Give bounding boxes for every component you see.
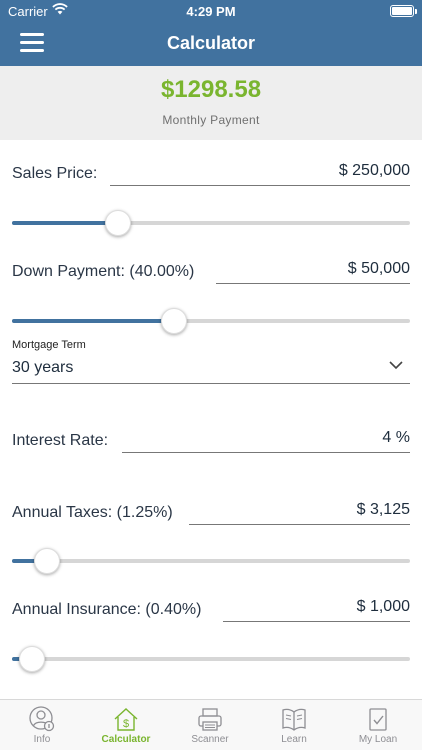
tab-scanner[interactable]: Scanner: [168, 700, 252, 750]
payment-summary: $1298.58 Monthly Payment: [0, 66, 422, 140]
slider-track: [12, 559, 410, 563]
down-payment-input[interactable]: $ 50,000: [216, 258, 410, 284]
tab-label: Info: [33, 734, 51, 745]
user-info-icon: [29, 706, 55, 732]
mortgage-term-select[interactable]: 30 years: [12, 355, 410, 384]
tab-bar: Info $ Calculator Scanner Learn My Loan: [0, 699, 422, 750]
interest-rate-input[interactable]: 4 %: [122, 427, 410, 453]
monthly-payment-amount: $1298.58: [160, 76, 262, 103]
slider-thumb[interactable]: [19, 646, 46, 672]
status-bar: Carrier 4:29 PM: [0, 0, 422, 22]
tab-learn[interactable]: Learn: [252, 700, 336, 750]
page-title: Calculator: [166, 33, 256, 53]
slider-thumb[interactable]: [160, 308, 187, 334]
slider-fill: [12, 221, 118, 225]
annual-taxes-slider[interactable]: [12, 548, 410, 574]
sales-price-input[interactable]: $ 250,000: [110, 160, 410, 186]
tab-info[interactable]: Info: [0, 700, 84, 750]
svg-text:$: $: [123, 718, 129, 730]
annual-insurance-slider[interactable]: [12, 646, 410, 672]
navigation-bar: Carrier 4:29 PM Calculator: [0, 0, 422, 66]
tab-label: Calculator: [101, 734, 151, 745]
slider-track: [12, 657, 410, 661]
annual-taxes-label: Annual Taxes: (1.25%): [12, 504, 173, 521]
interest-rate-label: Interest Rate:: [12, 432, 109, 449]
tab-label: My Loan: [358, 734, 398, 745]
annual-insurance-label: Annual Insurance: (0.40%): [12, 601, 202, 618]
slider-thumb[interactable]: [105, 210, 131, 236]
down-payment-slider[interactable]: [12, 308, 410, 334]
sales-price-slider[interactable]: [12, 210, 410, 236]
mortgage-term-value: 30 years: [12, 359, 74, 376]
tab-label: Scanner: [191, 734, 229, 745]
battery-icon: [390, 5, 417, 17]
slider-thumb[interactable]: [34, 548, 61, 574]
scanner-icon: [198, 708, 222, 731]
tab-my-loan[interactable]: My Loan: [336, 700, 420, 750]
monthly-payment-label: Monthly Payment: [162, 113, 260, 127]
annual-taxes-input[interactable]: $ 3,125: [189, 499, 410, 525]
book-icon: [282, 708, 306, 731]
house-dollar-icon: $: [114, 708, 138, 731]
sales-price-label: Sales Price:: [12, 165, 98, 182]
down-payment-label: Down Payment: (40.00%): [12, 263, 195, 280]
mortgage-term-label: Mortgage Term: [12, 339, 86, 351]
document-check-icon: [369, 708, 387, 731]
status-time: 4:29 PM: [186, 4, 236, 19]
chevron-down-icon: [389, 361, 403, 370]
annual-insurance-input[interactable]: $ 1,000: [223, 596, 410, 622]
tab-label: Learn: [281, 734, 307, 745]
slider-fill: [12, 319, 174, 323]
tab-calculator[interactable]: $ Calculator: [84, 700, 168, 750]
